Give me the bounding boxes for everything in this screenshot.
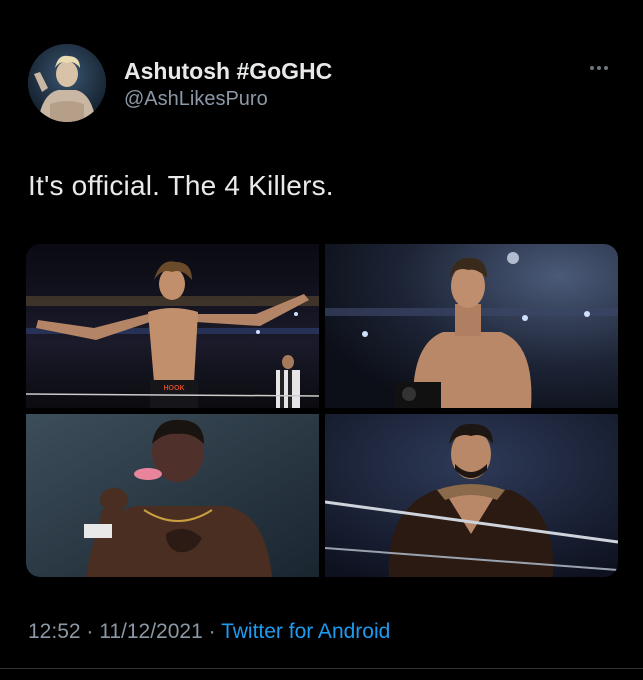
tweet-meta: 12:52 · 11/12/2021 · Twitter for Android <box>28 620 390 644</box>
media-grid: HOOK <box>26 244 618 577</box>
media-photo-2[interactable] <box>325 244 618 408</box>
meta-separator: · <box>80 620 100 643</box>
author-name[interactable]: Ashutosh #GoGHC <box>124 58 332 85</box>
avatar[interactable] <box>28 44 106 122</box>
meta-separator: · <box>202 620 222 643</box>
media-photo-3[interactable] <box>26 414 319 577</box>
tweet-time[interactable]: 12:52 <box>28 620 81 643</box>
author-handle[interactable]: @AshLikesPuro <box>124 88 268 111</box>
tweet-source-link[interactable]: Twitter for Android <box>221 620 390 643</box>
media-photo-4[interactable] <box>325 414 618 577</box>
media-photo-1[interactable]: HOOK <box>26 244 319 408</box>
tweet-date[interactable]: 11/12/2021 <box>99 620 203 643</box>
tweet: Ashutosh #GoGHC @AshLikesPuro It's offic… <box>0 0 643 680</box>
divider <box>0 668 643 669</box>
more-options-icon[interactable] <box>584 56 614 80</box>
trunks-text: HOOK <box>164 385 185 392</box>
tweet-text: It's official. The 4 Killers. <box>28 170 334 201</box>
